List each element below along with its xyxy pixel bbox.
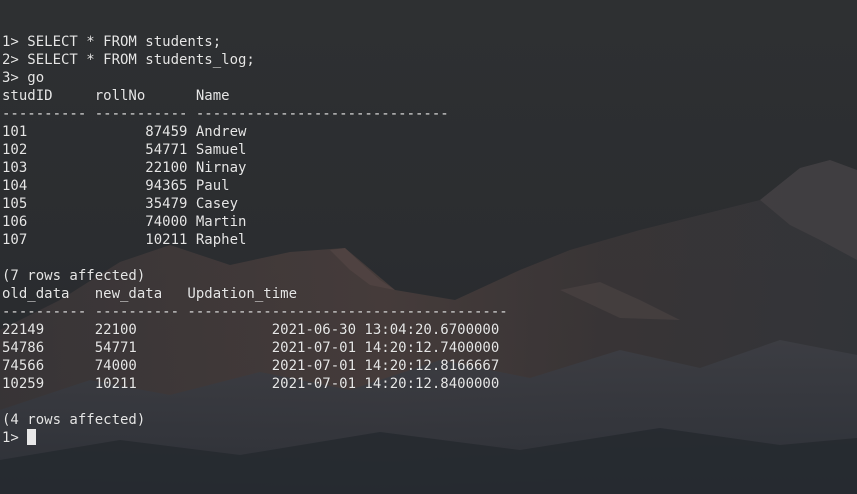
table-row: 102 54771 Samuel xyxy=(2,142,247,158)
table-header: studID rollNo Name xyxy=(2,88,230,104)
terminal-line: 1> SELECT * FROM students; xyxy=(2,34,222,50)
table-row: 104 94365 Paul xyxy=(2,178,230,194)
table-row: 105 35479 Casey xyxy=(2,196,239,212)
table-row: 54786 54771 2021-07-01 14:20:12.7400000 xyxy=(2,340,500,356)
table-row: 103 22100 Nirnay xyxy=(2,160,247,176)
table-row: 10259 10211 2021-07-01 14:20:12.8400000 xyxy=(2,376,500,392)
text-cursor xyxy=(27,429,37,445)
table-row: 74566 74000 2021-07-01 14:20:12.8166667 xyxy=(2,358,500,374)
terminal-line: 3> go xyxy=(2,70,45,86)
rows-affected-message: (4 rows affected) xyxy=(2,412,146,428)
table-row: 101 87459 Andrew xyxy=(2,124,247,140)
table-row: 107 10211 Raphel xyxy=(2,232,247,248)
table-divider: ---------- ---------- ------------------… xyxy=(2,304,508,320)
rows-affected-message: (7 rows affected) xyxy=(2,268,146,284)
table-row: 106 74000 Martin xyxy=(2,214,247,230)
terminal-line: 2> SELECT * FROM students_log; xyxy=(2,52,255,68)
terminal-output[interactable]: 1> SELECT * FROM students; 2> SELECT * F… xyxy=(2,33,852,447)
prompt: 1> xyxy=(2,430,28,446)
prompt-line[interactable]: 1> xyxy=(2,429,852,447)
table-row: 22149 22100 2021-06-30 13:04:20.6700000 xyxy=(2,322,500,338)
table-header: old_data new_data Updation_time xyxy=(2,286,298,302)
table-divider: ---------- ----------- -----------------… xyxy=(2,106,449,122)
